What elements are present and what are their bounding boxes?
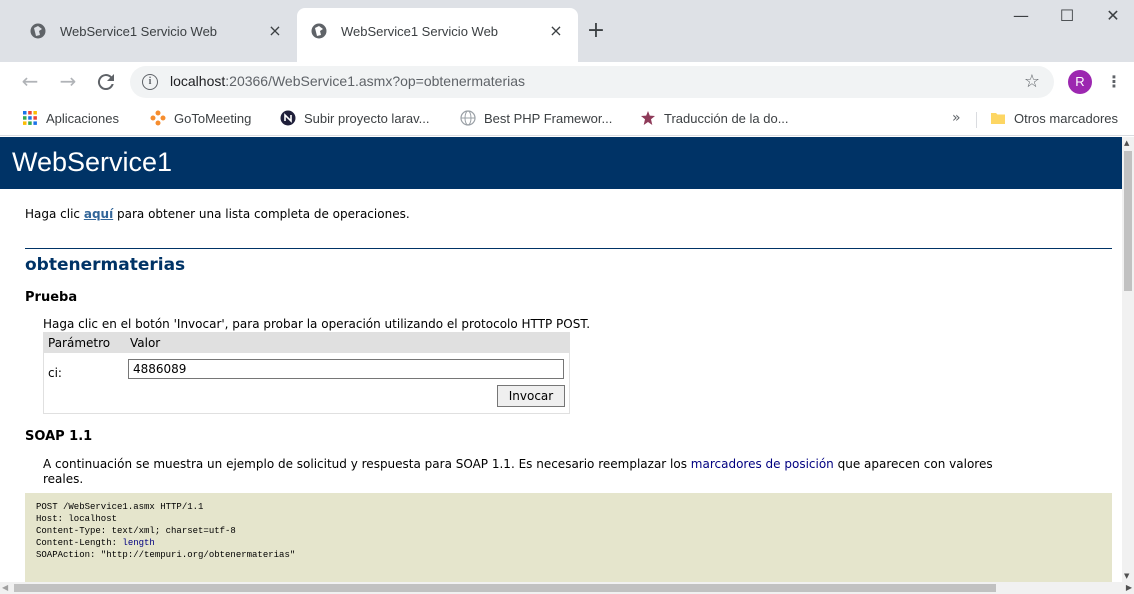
bookmark-apps[interactable]: Aplicaciones	[22, 110, 119, 128]
apps-grid-icon	[23, 111, 37, 125]
star-logo-icon	[641, 111, 655, 125]
menu-icon[interactable]: ⋮	[1104, 70, 1124, 94]
code-line: POST /WebService1.asmx HTTP/1.1	[36, 502, 204, 512]
code-line: Content-Length:	[36, 538, 123, 548]
scroll-up-icon[interactable]: ▲	[1124, 139, 1129, 147]
code-line: Content-Type: text/xml; charset=utf-8	[36, 526, 236, 536]
bookmark-best-php[interactable]: Best PHP Framewor...	[460, 110, 612, 128]
globe-icon	[311, 23, 327, 39]
profile-avatar[interactable]: R	[1068, 70, 1092, 94]
tab-strip: WebService1 Servicio Web × WebService1 S…	[0, 0, 1134, 64]
scroll-left-icon[interactable]: ◀	[2, 583, 8, 592]
ci-input[interactable]	[128, 359, 564, 379]
address-url[interactable]: localhost:20366/WebService1.asmx?op=obte…	[170, 73, 525, 89]
tab-title: WebService1 Servicio Web	[60, 24, 218, 39]
more-bookmarks-button[interactable]: »	[952, 110, 961, 126]
service-header: WebService1	[0, 137, 1122, 189]
url-path: :20366/WebService1.asmx?op=obtenermateri…	[225, 73, 526, 89]
reload-icon[interactable]	[94, 70, 118, 94]
globe-icon	[460, 110, 476, 126]
value-column-header: Valor	[130, 336, 161, 350]
bookmarks-divider	[976, 112, 977, 128]
bookmark-star-icon[interactable]: ☆	[1024, 71, 1040, 92]
divider	[25, 248, 1112, 249]
minimize-button[interactable]: —	[998, 0, 1044, 32]
horizontal-scroll-thumb[interactable]	[14, 584, 996, 592]
tab-close-icon[interactable]: ×	[546, 21, 566, 41]
soap-desc-before: A continuación se muestra un ejemplo de …	[43, 457, 691, 471]
placeholders-link[interactable]: marcadores de posición	[691, 457, 834, 471]
address-bar[interactable]: i localhost:20366/WebService1.asmx?op=ob…	[130, 66, 1054, 98]
gotomeeting-icon	[150, 110, 166, 126]
n-logo-icon	[280, 110, 296, 126]
tab-inactive[interactable]: WebService1 Servicio Web ×	[16, 8, 297, 62]
soap-section-title: SOAP 1.1	[25, 429, 93, 444]
code-line: SOAPAction: "http://tempuri.org/obtenerm…	[36, 550, 296, 560]
bookmark-label: Subir proyecto larav...	[304, 111, 430, 126]
globe-icon	[30, 23, 46, 39]
parameter-table-header: Parámetro Valor	[44, 333, 569, 353]
back-button[interactable]: ←	[18, 70, 42, 94]
bookmark-subir-proyecto[interactable]: Subir proyecto larav...	[280, 110, 429, 128]
maximize-button[interactable]: ☐	[1044, 0, 1090, 32]
intro-text: Haga clic aquí para obtener una lista co…	[25, 207, 410, 221]
intro-after: para obtener una lista completa de opera…	[113, 207, 410, 221]
soap-request-sample: POST /WebService1.asmx HTTP/1.1 Host: lo…	[25, 493, 1112, 582]
code-placeholder: length	[122, 538, 155, 548]
url-host: localhost	[170, 73, 226, 89]
close-window-button[interactable]: ✕	[1090, 0, 1134, 32]
bookmark-gotomeeting[interactable]: GoToMeeting	[150, 110, 251, 128]
operations-list-link[interactable]: aquí	[84, 207, 113, 221]
parameter-column-header: Parámetro	[48, 336, 111, 350]
parameter-table: Parámetro Valor ci: Invocar	[43, 332, 570, 414]
bookmark-label: Best PHP Framewor...	[484, 111, 613, 126]
page-content: WebService1 Haga clic aquí para obtener …	[0, 137, 1122, 582]
soap-desc-line2: reales.	[43, 472, 84, 486]
folder-icon	[991, 113, 1005, 124]
page-viewport: WebService1 Haga clic aquí para obtener …	[0, 137, 1134, 594]
intro-before: Haga clic	[25, 207, 84, 221]
soap-desc-after: que aparecen con valores	[833, 457, 993, 471]
operation-title: obtenermaterias	[25, 255, 186, 275]
param-ci-label: ci:	[48, 366, 62, 380]
test-section-title: Prueba	[25, 290, 78, 305]
scroll-down-icon[interactable]: ▼	[1124, 572, 1129, 580]
code-line: Host: localhost	[36, 514, 118, 524]
site-info-icon[interactable]: i	[142, 74, 158, 90]
bookmark-traduccion[interactable]: Traducción de la do...	[640, 110, 789, 128]
tab-active[interactable]: WebService1 Servicio Web ×	[297, 8, 578, 64]
vertical-scrollbar[interactable]: ▲ ▼	[1122, 137, 1134, 582]
invoke-button[interactable]: Invocar	[497, 385, 565, 407]
scroll-right-icon[interactable]: ▶	[1126, 583, 1132, 592]
bookmark-label: Traducción de la do...	[664, 111, 789, 126]
bookmark-label: Aplicaciones	[46, 111, 119, 126]
tab-close-icon[interactable]: ×	[265, 21, 285, 41]
service-title: WebService1	[12, 147, 173, 177]
bookmark-other[interactable]: Otros marcadores	[990, 110, 1118, 128]
new-tab-button[interactable]: +	[584, 20, 608, 44]
horizontal-scrollbar[interactable]: ◀ ▶	[0, 582, 1134, 594]
vertical-scroll-thumb[interactable]	[1124, 151, 1132, 291]
bookmark-label: GoToMeeting	[174, 111, 252, 126]
bookmark-label: Otros marcadores	[1014, 111, 1119, 126]
forward-button[interactable]: →	[56, 70, 80, 94]
browser-toolbar: ← → i localhost:20366/WebService1.asmx?o…	[0, 62, 1134, 102]
soap-description: A continuación se muestra un ejemplo de …	[43, 457, 993, 487]
bookmarks-bar: Aplicaciones GoToMeeting Subir proyecto …	[0, 102, 1134, 136]
test-description: Haga clic en el botón 'Invocar', para pr…	[43, 317, 591, 331]
tab-title: WebService1 Servicio Web	[341, 24, 499, 39]
